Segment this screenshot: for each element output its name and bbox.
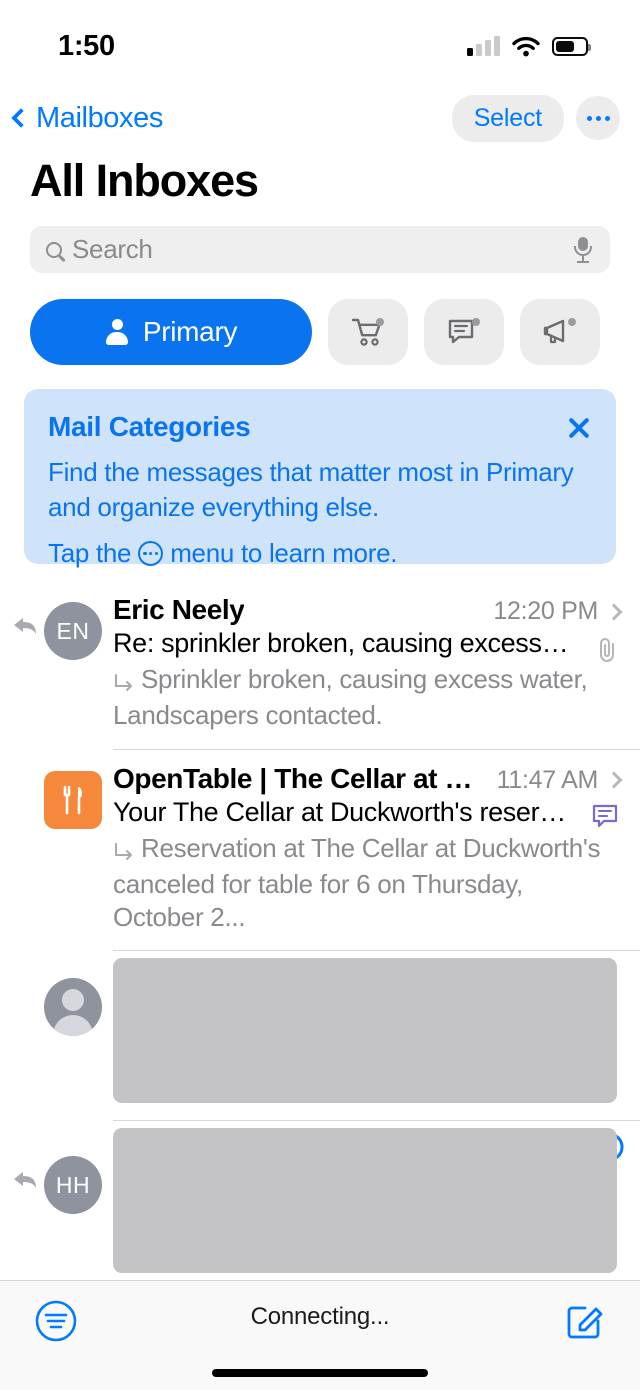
status-time: 1:50 [58, 29, 115, 62]
replied-icon [12, 1168, 40, 1192]
more-options-button[interactable] [576, 96, 620, 140]
navigation-bar: Mailboxes Select [0, 90, 640, 146]
redaction-overlay [113, 1128, 617, 1274]
select-button[interactable]: Select [451, 94, 564, 142]
search-input[interactable]: Search [30, 226, 610, 273]
avatar-initials: EN [56, 617, 90, 644]
timestamp: 11:47 AM [496, 765, 599, 794]
sender-name: Eric Neely [113, 594, 245, 625]
megaphone-icon [543, 318, 576, 344]
thread-icon [113, 666, 135, 699]
page-title: All Inboxes [30, 155, 259, 206]
category-pill-updates[interactable] [424, 299, 504, 365]
ellipsis-icon [586, 115, 592, 121]
chevron-right-icon[interactable] [605, 603, 623, 620]
preview-text: Sprinkler broken, causing excess water, … [113, 663, 603, 733]
message-list[interactable]: EN Eric Neely 12:20 PM Re: sprinkler bro… [0, 580, 640, 1280]
table-row[interactable]: EN Eric Neely 12:20 PM Re: sprinkler bro… [0, 580, 640, 749]
bottom-toolbar: Connecting... [0, 1280, 640, 1390]
chevron-right-icon[interactable] [605, 771, 623, 789]
preview-text: Reservation at The Cellar at Duckworth's… [113, 832, 603, 935]
preview-body: Sprinkler broken, causing excess water, … [113, 664, 588, 731]
avatar-initials: HH [55, 1171, 91, 1198]
nav-actions: Select [451, 94, 620, 142]
banner-tap-suffix: menu to learn more. [170, 538, 398, 569]
row-meta: 12:20 PM [483, 597, 623, 626]
sender-name: OpenTable | The Cellar at Duck... [113, 762, 487, 794]
fork-knife-icon [63, 785, 82, 814]
connection-status: Connecting... [250, 1303, 390, 1330]
wifi-icon [512, 36, 540, 57]
category-pill-primary-label: Primary [142, 316, 238, 347]
chevron-left-icon [11, 108, 31, 128]
avatar [44, 978, 102, 1037]
chat-bubble-icon [448, 318, 480, 344]
category-pill-primary[interactable]: Primary [30, 299, 312, 365]
avatar: HH [44, 1156, 102, 1215]
banner-title: Mail Categories [48, 411, 251, 442]
cart-icon [351, 318, 384, 346]
home-indicator [212, 1369, 428, 1377]
subject-line: Your The Cellar at Duckworth's reservati… [113, 796, 573, 827]
table-row[interactable] [0, 950, 640, 1120]
ellipsis-circle-icon [138, 541, 164, 567]
banner-body: Find the messages that matter most in Pr… [48, 457, 574, 522]
avatar [44, 770, 102, 829]
status-bar: 1:50 [0, 0, 640, 78]
row-meta: 11:47 AM [487, 765, 623, 795]
close-icon[interactable] [564, 413, 594, 443]
category-pill-transactions[interactable] [328, 299, 408, 365]
banner-tap-hint: Tap the menu to learn more. [48, 538, 592, 569]
table-row[interactable]: HH [0, 1120, 640, 1280]
cellular-signal-icon [467, 36, 500, 56]
preview-body: Reservation at The Cellar at Duckworth's… [113, 832, 601, 933]
person-icon [62, 989, 84, 1012]
table-row[interactable]: OpenTable | The Cellar at Duck... 11:47 … [0, 748, 640, 951]
paperclip-icon [596, 636, 620, 669]
subject-line: Re: sprinkler broken, causing excess wat… [113, 628, 573, 658]
back-to-mailboxes-button[interactable]: Mailboxes [11, 101, 163, 135]
replied-icon [12, 614, 40, 638]
thread-icon [113, 835, 135, 868]
row-header: OpenTable | The Cellar at Duck... 11:47 … [113, 762, 623, 795]
person-icon [105, 319, 129, 345]
back-label: Mailboxes [36, 101, 163, 134]
avatar: EN [44, 602, 102, 660]
search-placeholder: Search [72, 234, 153, 264]
category-pill-promotions[interactable] [520, 299, 600, 365]
search-icon [46, 241, 62, 258]
battery-icon [552, 36, 591, 56]
microphone-icon[interactable] [572, 236, 594, 263]
row-header: Eric Neely 12:20 PM [113, 594, 623, 626]
mail-categories-banner: Mail Categories Find the messages that m… [24, 389, 616, 568]
mail-app-screen: 1:50 Mailboxes Select All Inboxes Search… [0, 0, 640, 1390]
category-filter-bar: Primary [30, 299, 600, 365]
status-indicators [467, 21, 591, 57]
banner-tap-prefix: Tap the [48, 538, 132, 569]
timestamp: 12:20 PM [493, 597, 598, 625]
redaction-overlay [113, 958, 617, 1104]
chat-category-icon [592, 803, 620, 834]
